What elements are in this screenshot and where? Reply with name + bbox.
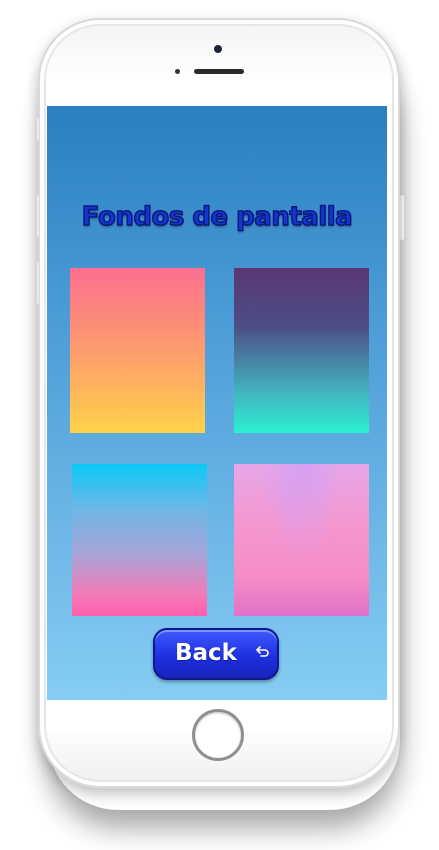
- earpiece-speaker: [194, 69, 244, 74]
- undo-arrow-icon: [256, 644, 270, 662]
- proximity-sensor: [175, 69, 180, 74]
- mute-switch: [35, 118, 39, 140]
- volume-up-button: [35, 195, 39, 237]
- page-title: Fondos de pantalla: [81, 201, 353, 233]
- back-button[interactable]: Back: [153, 628, 279, 680]
- wallpaper-tile-cyan-pink[interactable]: [72, 464, 207, 616]
- app-screen: Fondos de pantalla Back: [47, 106, 387, 700]
- home-button[interactable]: [192, 709, 244, 761]
- wallpaper-tile-purple-teal[interactable]: [234, 268, 369, 433]
- power-button: [400, 195, 404, 240]
- volume-down-button: [35, 262, 39, 304]
- stage: Fondos de pantalla Back: [0, 0, 439, 850]
- wallpaper-tile-pink-lilac[interactable]: [234, 464, 369, 616]
- back-button-label: Back: [175, 640, 237, 666]
- wallpaper-tile-pink-orange[interactable]: [70, 268, 205, 433]
- front-camera: [214, 45, 222, 53]
